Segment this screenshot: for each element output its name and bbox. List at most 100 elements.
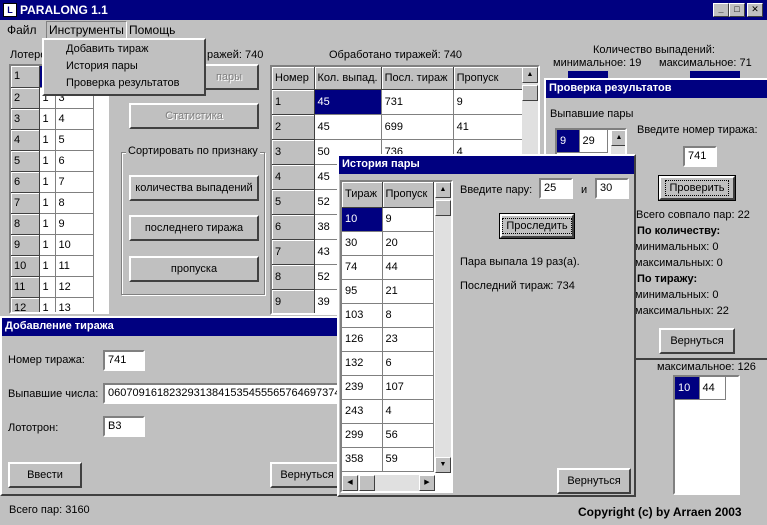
table-cell[interactable]: 11 (11, 276, 40, 298)
history-grid-hscrollbar[interactable]: ◀ ▶ (342, 475, 435, 491)
table-cell[interactable]: 74 (342, 255, 383, 280)
close-button[interactable]: ✕ (747, 3, 763, 17)
column-header[interactable]: Пропуск (453, 67, 524, 90)
menu-tools[interactable]: Инструменты (46, 21, 127, 39)
lottery-machine-input[interactable]: B3 (103, 416, 145, 437)
table-cell[interactable]: 44 (382, 255, 434, 280)
table-cell[interactable]: 10 (55, 234, 94, 256)
table-cell[interactable]: 1 (39, 150, 56, 172)
history-back-button[interactable]: Вернуться (557, 468, 631, 494)
table-cell[interactable]: 731 (381, 89, 454, 115)
table-cell[interactable]: 1 (39, 213, 56, 235)
check-button[interactable]: Проверить (658, 175, 736, 201)
table-cell[interactable]: 5 (55, 129, 94, 151)
max-pair-cell[interactable]: 10 (675, 377, 700, 400)
table-cell[interactable]: 7 (11, 192, 40, 214)
menu-file[interactable]: Файл (7, 23, 37, 37)
sort-by-count-button[interactable]: количества выпадений (129, 175, 259, 201)
table-row[interactable]: 12 1 13 (11, 297, 94, 312)
table-cell[interactable]: 13 (55, 297, 94, 312)
table-cell[interactable]: 8 (11, 213, 40, 235)
table-cell[interactable]: 1 (272, 89, 315, 115)
table-row[interactable]: 516 (11, 150, 94, 172)
table-cell[interactable]: 1 (39, 192, 56, 214)
sort-by-gap-button[interactable]: пропуска (129, 256, 259, 282)
table-cell[interactable]: 7 (272, 239, 315, 265)
column-header[interactable]: Пропуск (382, 182, 434, 208)
table-cell[interactable]: 8 (382, 303, 434, 328)
scroll-up-icon[interactable]: ▲ (522, 67, 538, 83)
maximize-button[interactable]: □ (729, 3, 745, 17)
table-cell[interactable]: 8 (55, 192, 94, 214)
column-header[interactable]: Кол. выпад. (314, 67, 382, 90)
max-pair-cell[interactable]: 44 (699, 377, 726, 400)
table-cell[interactable]: 1 (39, 234, 56, 256)
table-row[interactable]: 718 (11, 192, 94, 214)
table-cell[interactable]: 7 (55, 171, 94, 193)
sort-by-last-draw-button[interactable]: последнего тиража (129, 215, 259, 241)
table-cell[interactable]: 4 (272, 164, 315, 190)
table-cell[interactable]: 59 (382, 447, 434, 472)
table-cell[interactable]: 20 (382, 231, 434, 256)
drawn-pair-cell[interactable]: 9 (557, 130, 580, 153)
table-cell[interactable]: 243 (342, 399, 383, 424)
table-cell[interactable]: 358 (342, 447, 383, 472)
table-cell[interactable]: 6 (55, 150, 94, 172)
table-cell[interactable]: 6 (272, 214, 315, 240)
history-grid-scrollbar[interactable]: ▲ ▼ (435, 182, 451, 473)
column-header[interactable]: Тираж (342, 182, 383, 208)
table-row[interactable]: 243 4 (342, 399, 434, 424)
table-row[interactable]: 11 1 12 (11, 276, 94, 298)
table-cell[interactable]: 56 (382, 423, 434, 448)
table-cell[interactable]: 5 (272, 189, 315, 215)
table-cell[interactable]: 1 (39, 255, 56, 277)
scroll-down-icon[interactable]: ▼ (435, 457, 451, 473)
table-cell[interactable]: 132 (342, 351, 383, 376)
table-cell[interactable]: 126 (342, 327, 383, 352)
scroll-right-icon[interactable]: ▶ (419, 475, 435, 491)
scroll-up-icon[interactable]: ▲ (611, 130, 625, 146)
table-row[interactable]: 1 45 731 9 (272, 89, 524, 115)
table-row[interactable]: 2 45 699 41 (272, 114, 524, 140)
column-header[interactable]: Номер (272, 67, 315, 90)
table-cell[interactable]: 95 (342, 279, 383, 304)
table-cell[interactable]: 1 (39, 276, 56, 298)
table-cell[interactable]: 9 (55, 213, 94, 235)
add-draw-back-button[interactable]: Вернуться (270, 462, 342, 488)
table-cell[interactable]: 1 (39, 297, 56, 312)
table-cell[interactable]: 1 (11, 66, 40, 88)
table-row[interactable]: 9 1 10 (11, 234, 94, 256)
table-row[interactable]: 74 44 (342, 255, 434, 280)
table-cell[interactable]: 9 (272, 289, 315, 313)
table-cell[interactable]: 2 (272, 114, 315, 140)
table-cell[interactable]: 107 (382, 375, 434, 400)
table-cell[interactable]: 4 (11, 129, 40, 151)
drawn-pair-cell[interactable]: 29 (579, 130, 608, 153)
pair-history-grid[interactable]: Тираж Пропуск 10 9 30 20 74 44 95 21 103 8 126 23 132 6… (340, 180, 453, 493)
table-cell[interactable]: 6 (11, 171, 40, 193)
trace-button[interactable]: Проследить (499, 213, 575, 239)
menu-item-pair-history[interactable]: История пары (66, 60, 138, 72)
add-draw-number-input[interactable]: 741 (103, 350, 145, 371)
table-cell[interactable]: 45 (314, 114, 382, 140)
table-cell[interactable]: 2 (11, 87, 40, 109)
table-cell[interactable]: 30 (342, 231, 383, 256)
table-row[interactable]: 10 9 (342, 207, 434, 232)
column-header[interactable]: Посл. тираж (381, 67, 454, 90)
table-cell[interactable]: 299 (342, 423, 383, 448)
table-cell[interactable]: 10 (11, 255, 40, 277)
table-cell[interactable]: 3 (272, 139, 315, 165)
table-cell[interactable]: 41 (453, 114, 524, 140)
table-cell[interactable]: 9 (453, 89, 524, 115)
table-cell[interactable]: 699 (381, 114, 454, 140)
table-cell[interactable]: 10 (342, 207, 383, 232)
table-cell[interactable]: 4 (55, 108, 94, 130)
statistics-button[interactable]: Статистика (129, 103, 259, 129)
drawn-numbers-input[interactable]: 060709161823293138415354555657646973748 (103, 383, 342, 404)
scroll-thumb[interactable] (522, 85, 538, 101)
check-back-button[interactable]: Вернуться (659, 328, 735, 354)
table-row[interactable]: 103 8 (342, 303, 434, 328)
table-row[interactable]: 126 23 (342, 327, 434, 352)
table-cell[interactable]: 21 (382, 279, 434, 304)
table-cell[interactable]: 103 (342, 303, 383, 328)
